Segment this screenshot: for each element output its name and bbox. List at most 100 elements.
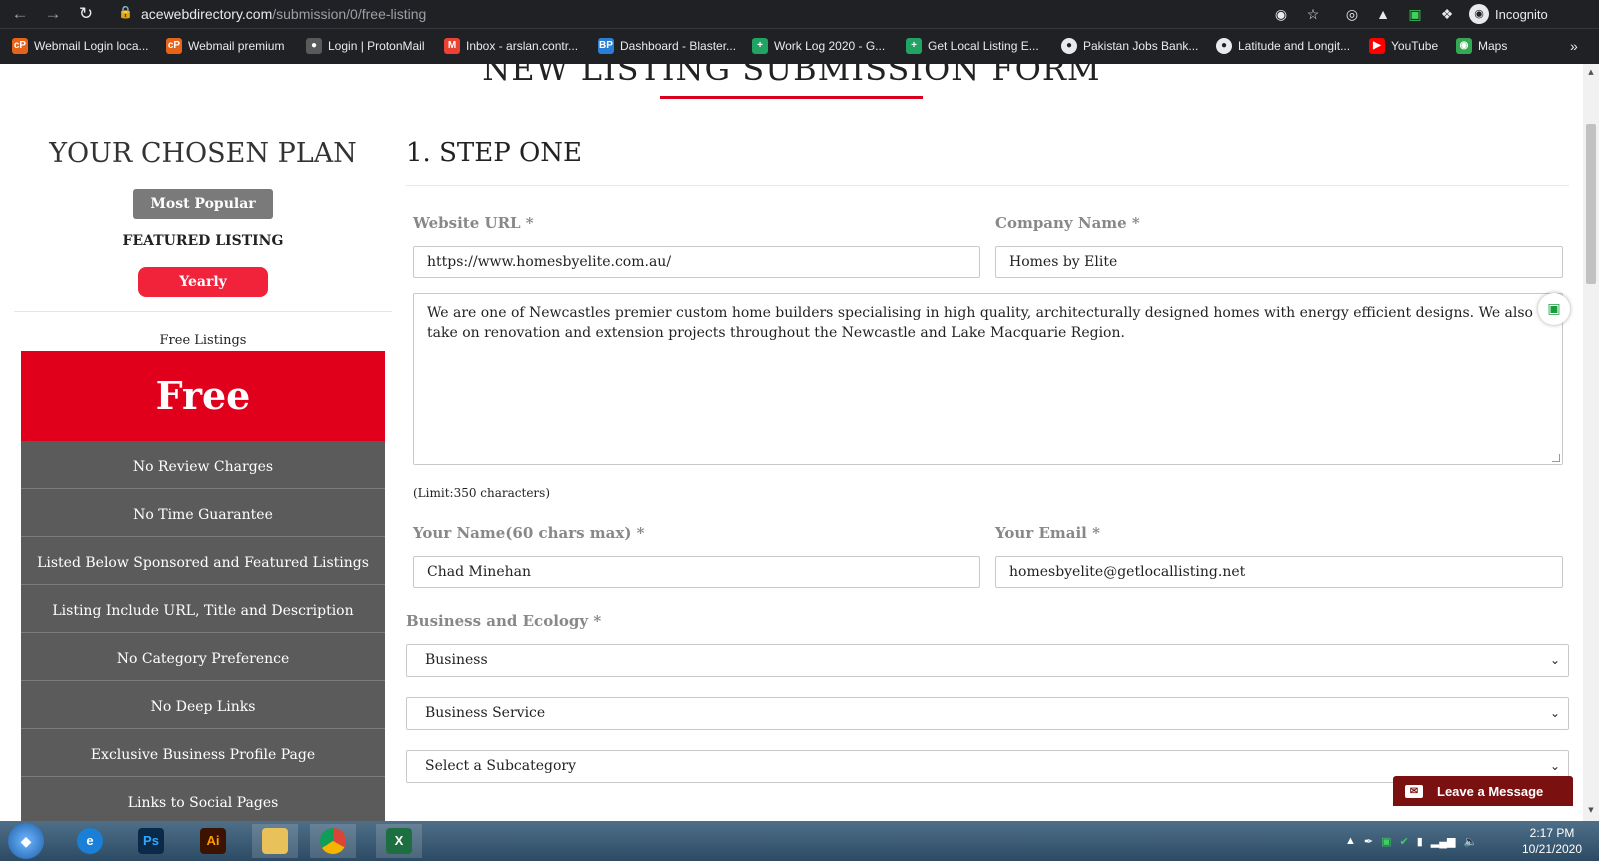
incognito-label: Incognito (1495, 6, 1548, 22)
taskbar-app[interactable]: e (67, 824, 113, 858)
description-text: We are one of Newcastles premier custom … (427, 305, 1533, 341)
page-content: NEW LISTING SUBMISSION FORM YOUR CHOSEN … (0, 64, 1583, 821)
extension-widget-icon[interactable]: ▣ (1538, 293, 1570, 325)
heading-underline (660, 96, 923, 99)
sheets-icon: + (906, 38, 922, 54)
bp-icon: BP (598, 38, 614, 54)
battery-icon[interactable]: ▮ (1417, 835, 1423, 848)
taskbar-app[interactable] (252, 824, 298, 858)
bookmark-item[interactable]: ● Login | ProtonMail (306, 38, 425, 54)
your-name-input[interactable]: Chad Minehan (413, 556, 980, 588)
feature-item: No Time Guarantee (21, 489, 385, 537)
address-bar[interactable]: acewebdirectory.com/submission/0/free-li… (141, 6, 426, 22)
feature-item: Links to Social Pages (21, 777, 385, 821)
extension-vpn-icon[interactable]: ▲ (1374, 5, 1392, 23)
forward-arrow-icon[interactable]: → (43, 4, 63, 24)
photoshop-icon: Ps (138, 828, 164, 854)
feature-item: No Review Charges (21, 441, 385, 489)
puzzle-icon[interactable]: ❖ (1438, 5, 1456, 23)
divider (14, 311, 392, 312)
bookmark-item[interactable]: cP Webmail premium (166, 38, 284, 54)
bookmarks-overflow-icon[interactable]: » (1570, 38, 1578, 54)
system-tray: ▲ ✒ ▣ ✔ ▮ ▂▄▆ 🔈 (1345, 821, 1477, 861)
envelope-icon: ✉ (1405, 784, 1423, 798)
back-arrow-icon[interactable]: ← (10, 4, 30, 24)
bookmarks-bar: cP Webmail Login loca... cP Webmail premiu… (0, 28, 1599, 64)
plan-title: YOUR CHOSEN PLAN (49, 138, 357, 169)
category-select-value: Business (425, 652, 488, 668)
bookmark-item[interactable]: ● Pakistan Jobs Bank... (1061, 38, 1198, 54)
feature-item: Listed Below Sponsored and Featured List… (21, 537, 385, 585)
taskbar-app[interactable]: Ps (128, 824, 174, 858)
subcategory-select[interactable]: Business Service ⌄ (406, 697, 1569, 730)
bookmark-item[interactable]: + Get Local Listing E... (906, 38, 1039, 54)
taskbar-app[interactable]: Ai (190, 824, 236, 858)
chevron-down-icon: ⌄ (1549, 706, 1560, 720)
divider (406, 185, 1569, 186)
volume-icon[interactable]: 🔈 (1464, 835, 1478, 848)
bookmark-item[interactable]: BP Dashboard - Blaster... (598, 38, 736, 54)
bookmark-item[interactable]: ● Latitude and Longit... (1216, 38, 1350, 54)
tray-expand-icon[interactable]: ▲ (1345, 835, 1356, 847)
lock-icon[interactable]: 🔒 (118, 5, 133, 19)
your-name-label: Your Name(60 chars max) * (413, 524, 645, 542)
star-icon[interactable]: ☆ (1304, 5, 1322, 23)
feature-item: Listing Include URL, Title and Descripti… (21, 585, 385, 633)
feature-list: No Review Charges No Time Guarantee List… (21, 441, 385, 821)
taskbar-app[interactable] (310, 824, 356, 858)
feature-item: Exclusive Business Profile Page (21, 729, 385, 777)
sheets-icon: + (752, 38, 768, 54)
incognito-indicator[interactable]: ◉ Incognito (1469, 4, 1548, 24)
clock-time: 2:17 PM (1529, 826, 1575, 840)
url-host: acewebdirectory.com (141, 6, 273, 22)
bookmark-item[interactable]: ◉ Maps (1456, 38, 1507, 54)
check-shield-icon[interactable]: ✔ (1400, 835, 1409, 848)
pen-icon[interactable]: ✒ (1364, 835, 1373, 848)
taskbar-app[interactable]: X (376, 824, 422, 858)
price-box: Free (21, 351, 385, 441)
resize-handle-icon[interactable] (1552, 454, 1560, 462)
extension-tray-icon[interactable]: ▣ (1381, 835, 1391, 848)
extension-green-icon[interactable]: ▣ (1406, 5, 1424, 23)
signal-icon[interactable]: ▂▄▆ (1431, 835, 1456, 848)
incognito-icon: ◉ (1469, 4, 1489, 24)
company-name-label: Company Name * (995, 214, 1140, 232)
url-path: /submission/0/free-listing (272, 6, 427, 22)
scrollbar[interactable]: ▲ ▼ (1583, 64, 1599, 821)
category-select[interactable]: Business ⌄ (406, 644, 1569, 677)
cpanel-icon: cP (12, 38, 28, 54)
bookmark-item[interactable]: cP Webmail Login loca... (12, 38, 149, 54)
browser-toolbar: ← → ↻ 🔒 acewebdirectory.com/submission/0… (0, 0, 1599, 28)
character-limit-note: (Limit:350 characters) (413, 486, 551, 500)
maps-icon: ◉ (1456, 38, 1472, 54)
file-explorer-icon (262, 828, 288, 854)
bookmark-item[interactable]: M Inbox - arslan.contr... (444, 38, 578, 54)
scroll-down-icon[interactable]: ▼ (1586, 806, 1596, 814)
taskbar: ◆ e Ps Ai X ▲ ✒ ▣ ✔ ▮ ▂▄▆ 🔈 2:17 PM 10/2… (0, 821, 1599, 861)
step-title: 1. STEP ONE (406, 138, 583, 168)
your-email-input[interactable]: homesbyelite@getlocallisting.net (995, 556, 1563, 588)
start-button-icon[interactable]: ◆ (8, 823, 44, 859)
cpanel-icon: cP (166, 38, 182, 54)
plan-name: FEATURED LISTING (122, 233, 284, 249)
scroll-up-icon[interactable]: ▲ (1586, 68, 1596, 76)
globe-icon: ● (1216, 38, 1232, 54)
website-url-input[interactable]: https://www.homesbyelite.com.au/ (413, 246, 980, 278)
bookmark-item[interactable]: + Work Log 2020 - G... (752, 38, 885, 54)
leave-message-button[interactable]: ✉ Leave a Message (1393, 776, 1573, 806)
yearly-badge[interactable]: Yearly (138, 267, 268, 297)
lock-icon: ● (306, 38, 322, 54)
leave-message-label: Leave a Message (1437, 783, 1544, 799)
edge-icon: e (77, 828, 103, 854)
sub-subcategory-select-value: Select a Subcategory (425, 758, 577, 774)
globe-icon[interactable]: ◎ (1343, 5, 1361, 23)
company-name-input[interactable]: Homes by Elite (995, 246, 1563, 278)
feature-item: No Category Preference (21, 633, 385, 681)
scroll-thumb[interactable] (1586, 124, 1596, 284)
illustrator-icon: Ai (200, 828, 226, 854)
eye-slash-icon[interactable]: ◉ (1272, 5, 1290, 23)
reload-icon[interactable]: ↻ (76, 4, 96, 24)
bookmark-item[interactable]: ▶ YouTube (1369, 38, 1438, 54)
clock[interactable]: 2:17 PM 10/21/2020 (1512, 825, 1592, 857)
description-textarea[interactable]: We are one of Newcastles premier custom … (413, 293, 1563, 465)
